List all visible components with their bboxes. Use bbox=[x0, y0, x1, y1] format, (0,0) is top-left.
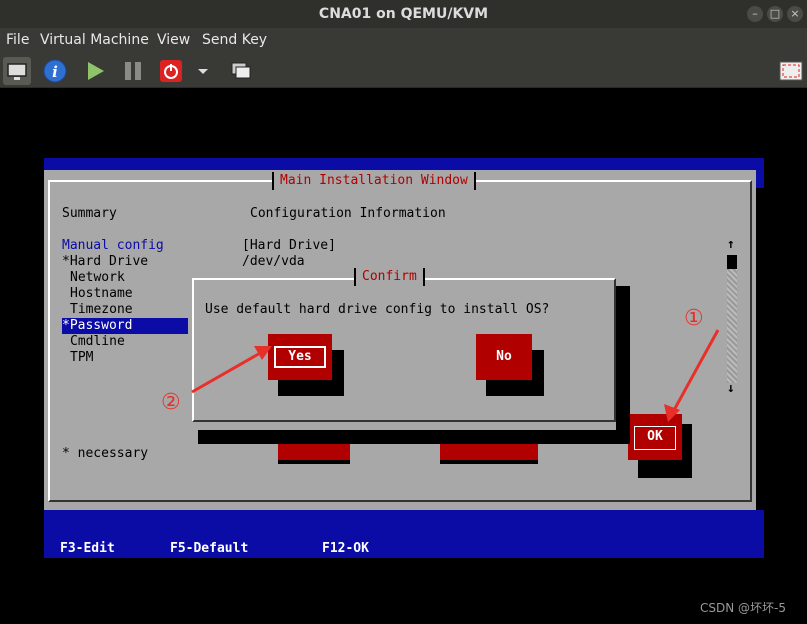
annotation-marker-1: ① bbox=[684, 306, 704, 331]
csdn-watermark: CSDN @坏坏-5 bbox=[700, 601, 786, 615]
arrow-2 bbox=[191, 346, 272, 394]
arrow-1 bbox=[664, 329, 720, 422]
annotation-marker-2: ② bbox=[161, 390, 181, 415]
